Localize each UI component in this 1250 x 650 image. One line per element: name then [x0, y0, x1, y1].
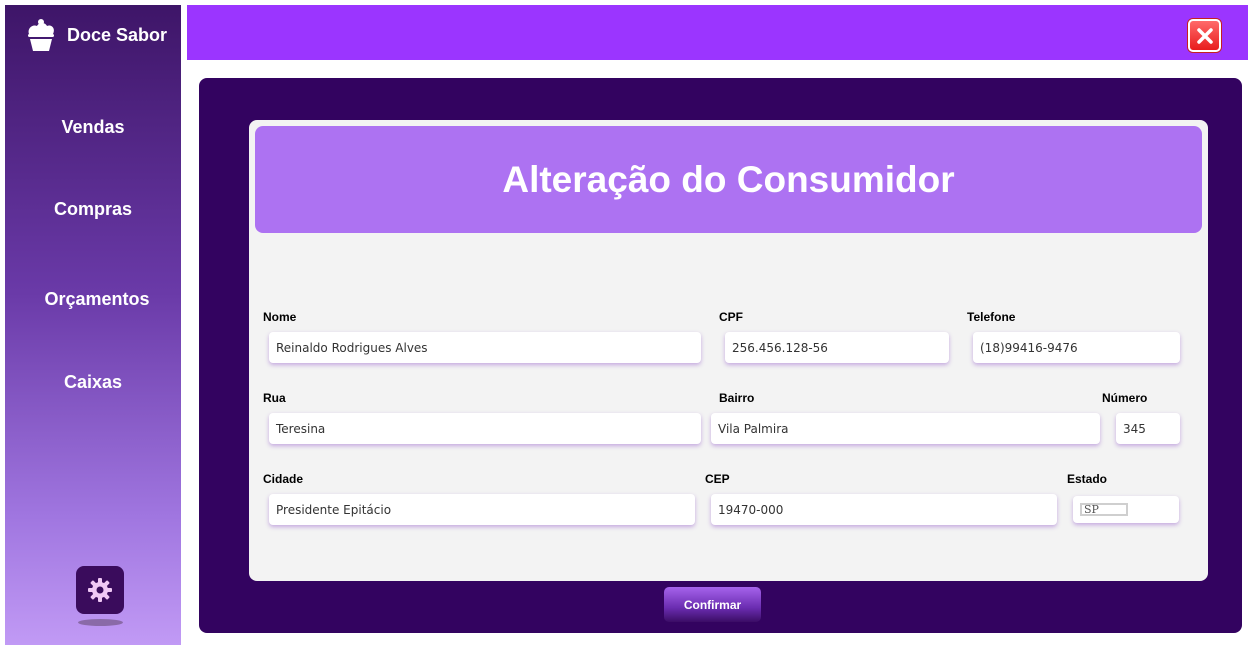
top-bar	[187, 5, 1248, 60]
cpf-field[interactable]: 256.456.128-56	[725, 332, 949, 363]
cidade-field[interactable]: Presidente Epitácio	[269, 494, 695, 525]
settings-shadow	[78, 619, 123, 626]
estado-label: Estado	[1067, 472, 1108, 486]
estado-field[interactable]: SP	[1073, 496, 1179, 523]
sidebar-item-vendas[interactable]: Vendas	[5, 117, 181, 138]
brand-name: Doce Sabor	[67, 24, 168, 45]
bairro-label: Bairro	[719, 391, 755, 405]
cpf-label: CPF	[719, 310, 743, 324]
sidebar-item-caixas[interactable]: Caixas	[5, 372, 181, 393]
telefone-field[interactable]: (18)99416-9476	[973, 332, 1180, 363]
close-icon	[1196, 27, 1213, 44]
close-button[interactable]	[1188, 19, 1221, 52]
gear-icon	[88, 578, 112, 602]
consumer-form-card: Alteração do Consumidor Nome Reinaldo Ro…	[249, 120, 1208, 581]
nome-label: Nome	[263, 310, 297, 324]
sidebar: Doce Sabor Vendas Compras Orçamentos Cai…	[5, 5, 181, 645]
page-title: Alteração do Consumidor	[502, 158, 955, 200]
confirm-button[interactable]: Confirmar	[664, 587, 761, 622]
numero-field[interactable]: 345	[1116, 413, 1180, 444]
estado-select[interactable]: SP	[1080, 503, 1128, 516]
nome-field[interactable]: Reinaldo Rodrigues Alves	[269, 332, 701, 363]
settings-button[interactable]	[76, 566, 124, 614]
telefone-label: Telefone	[967, 310, 1016, 324]
cupcake-icon	[28, 19, 54, 51]
sidebar-item-orcamentos[interactable]: Orçamentos	[9, 289, 185, 310]
cep-field[interactable]: 19470-000	[711, 494, 1057, 525]
rua-field[interactable]: Teresina	[269, 413, 701, 444]
rua-label: Rua	[263, 391, 286, 405]
brand: Doce Sabor	[25, 18, 167, 52]
cidade-label: Cidade	[263, 472, 304, 486]
numero-label: Número	[1102, 391, 1148, 405]
bairro-field[interactable]: Vila Palmira	[711, 413, 1100, 444]
cep-label: CEP	[705, 472, 730, 486]
sidebar-item-compras[interactable]: Compras	[5, 199, 181, 220]
main-panel: Alteração do Consumidor Nome Reinaldo Ro…	[199, 78, 1242, 633]
form-header: Alteração do Consumidor	[255, 126, 1202, 233]
